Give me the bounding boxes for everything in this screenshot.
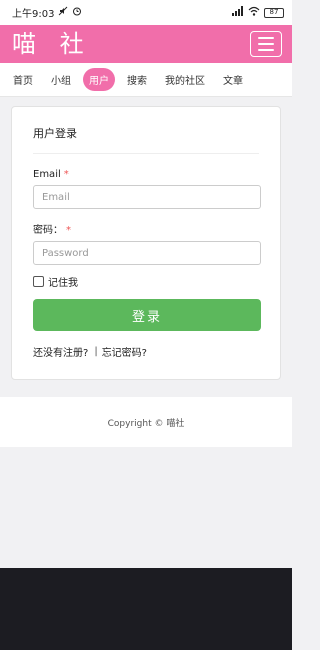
register-link[interactable]: 还没有注册? — [33, 344, 88, 359]
password-field[interactable] — [33, 241, 261, 265]
password-label: 密码： * — [33, 225, 71, 236]
remember-label[interactable]: 记住我 — [48, 274, 78, 289]
wifi-icon — [248, 6, 260, 19]
system-navigation-area — [0, 568, 292, 650]
email-label: Email * — [33, 169, 69, 180]
link-separator: | — [94, 346, 98, 357]
site-logo[interactable]: 喵 社 — [12, 32, 92, 56]
status-left: 上午9:03 — [12, 5, 82, 20]
signal-icon — [232, 6, 244, 19]
battery-icon: 87 — [264, 7, 284, 18]
hamburger-icon — [258, 37, 274, 39]
status-right: 87 — [232, 6, 284, 19]
required-mark: * — [63, 169, 69, 180]
forgot-password-link[interactable]: 忘记密码? — [102, 344, 147, 359]
status-time: 上午9:03 — [12, 9, 55, 20]
remember-me: 记住我 — [33, 274, 259, 289]
status-bar: 上午9:03 87 — [0, 0, 292, 25]
remember-checkbox[interactable] — [33, 276, 44, 287]
nav-item-articles[interactable]: 文章 — [217, 68, 249, 91]
nav-item-home[interactable]: 首页 — [7, 68, 39, 91]
nav-item-my-community[interactable]: 我的社区 — [159, 68, 211, 91]
login-button[interactable]: 登录 — [33, 299, 261, 331]
main-nav: 首页 小组 用户 搜索 我的社区 文章 — [0, 63, 292, 97]
account-links: 还没有注册? | 忘记密码? — [33, 344, 259, 359]
app-header: 喵 社 — [0, 25, 292, 63]
menu-toggle-button[interactable] — [250, 31, 282, 57]
login-card: 用户登录 Email* 密码：* 记住我 登录 还没有注册? | 忘记密码? — [11, 106, 281, 380]
alarm-icon — [72, 6, 82, 19]
login-title: 用户登录 — [33, 107, 259, 154]
nav-item-users[interactable]: 用户 — [83, 68, 115, 91]
email-field[interactable] — [33, 185, 261, 209]
nav-item-groups[interactable]: 小组 — [45, 68, 77, 91]
copyright-text: Copyright © 喵社 — [107, 418, 185, 429]
mute-icon — [58, 6, 68, 19]
required-mark: * — [66, 225, 71, 236]
nav-item-search[interactable]: 搜索 — [121, 68, 153, 91]
page-footer: Copyright © 喵社 — [0, 397, 292, 447]
